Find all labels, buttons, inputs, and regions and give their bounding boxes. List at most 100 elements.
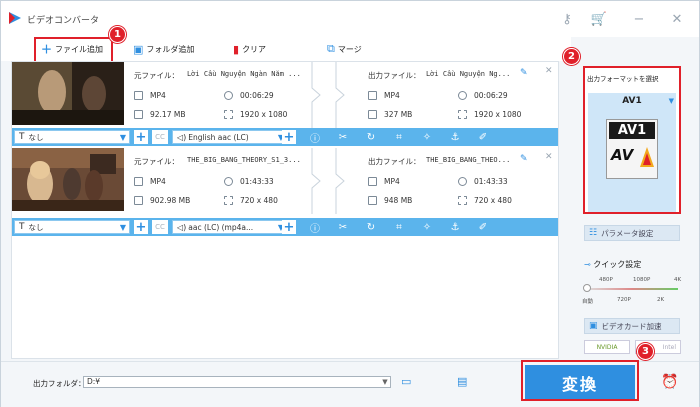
clock-icon (224, 91, 233, 100)
file-item[interactable]: 元ファイル： Lời Cầu Nguyện Ngàn Năm ... MP4 0… (12, 62, 558, 128)
gpu-acceleration-label: ビデオカード加速 (601, 321, 662, 331)
output-duration: 00:06:29 (474, 91, 508, 100)
step-badge-3: 3 (637, 343, 654, 360)
source-duration: 01:43:33 (240, 177, 274, 186)
watermark-icon[interactable]: ⚓ (448, 130, 462, 144)
info-icon[interactable]: ⓘ (308, 130, 322, 145)
add-folder-button[interactable]: ▣ フォルダ追加 (133, 41, 194, 57)
text-icon: T (19, 222, 25, 232)
intel-label: Intel (662, 343, 676, 351)
subtitle-select[interactable]: T なし ▼ (14, 220, 130, 234)
output-list-icon[interactable]: ▤ (457, 375, 467, 388)
file-item[interactable]: 元ファイル： THE_BIG_BANG_THEORY_S1_3... MP4 0… (12, 148, 558, 214)
format-icon (134, 177, 143, 186)
output-duration: 01:43:33 (474, 177, 508, 186)
chevron-down-icon[interactable]: ▼ (379, 376, 391, 388)
title-bar: ビデオコンバータ ⚷ 🛒 − ✕ (1, 1, 699, 37)
minimize-button[interactable]: − (629, 9, 649, 29)
rotate-icon[interactable]: ↻ (364, 130, 378, 144)
clock-icon (458, 91, 467, 100)
add-folder-label: フォルダ追加 (146, 44, 195, 54)
source-resolution: 720 x 480 (240, 196, 278, 205)
scissors-icon[interactable]: ✂ (336, 130, 350, 144)
cc-icon[interactable]: CC (152, 130, 168, 144)
effect-wand-icon[interactable]: ✧ (420, 130, 434, 144)
watermark-icon[interactable]: ⚓ (448, 220, 462, 234)
source-resolution: 1920 x 1080 (240, 110, 288, 119)
nvidia-option[interactable]: NVIDIA (584, 340, 630, 354)
arrow-chevron-icon (311, 148, 321, 214)
merge-button[interactable]: ⧉ マージ (327, 41, 362, 57)
subtitle-select[interactable]: T なし ▼ (14, 130, 130, 144)
crop-icon[interactable]: ⌗ (392, 220, 406, 234)
close-button[interactable]: ✕ (667, 9, 687, 29)
add-subtitle-button[interactable]: + (134, 130, 148, 144)
text-icon: T (19, 132, 25, 142)
nvidia-label: NVIDIA (596, 343, 618, 351)
alarm-clock-icon[interactable]: ⏰ (661, 374, 678, 390)
remove-item-icon[interactable]: ✕ (545, 66, 553, 76)
merge-icon: ⧉ (327, 42, 335, 55)
source-size: 902.98 MB (150, 196, 191, 205)
source-size: 92.17 MB (150, 110, 186, 119)
output-label: 出力ファイル： (368, 71, 421, 80)
crop-icon[interactable]: ⌗ (392, 130, 406, 144)
quality-slider-track[interactable] (586, 288, 678, 290)
format-heading: 出力フォーマットを選択 (587, 75, 659, 83)
subtitle-value: なし (28, 132, 44, 142)
output-filename: Lời Cầu Nguyện Ng... (426, 70, 511, 78)
format-icon (368, 91, 377, 100)
merge-label: マージ (337, 44, 362, 54)
quality-label-auto: 自動 (582, 299, 594, 305)
resolution-icon (458, 196, 467, 205)
remove-item-icon[interactable]: ✕ (545, 152, 553, 162)
step-badge-1: 1 (109, 26, 126, 43)
output-folder-field[interactable]: D:¥ (83, 376, 391, 388)
quality-label-2k: 2K (657, 297, 665, 303)
subtitle-value: なし (28, 222, 44, 232)
add-file-highlight (34, 37, 113, 63)
quality-label-1080p: 1080P (633, 277, 651, 283)
edit-subtitle-icon[interactable]: ✐ (476, 220, 490, 234)
cc-icon[interactable]: CC (152, 220, 168, 234)
audio-track-value: English aac (LC) (188, 132, 249, 142)
chevron-down-icon: ▼ (119, 223, 126, 232)
right-panel: 出力フォーマットを選択 AV1 ▼ AV1 AV 2 ☷ パラメータ設定 ⊸ ク… (563, 48, 687, 359)
add-audio-button[interactable]: + (282, 130, 296, 144)
edit-name-icon[interactable]: ✎ (520, 68, 528, 78)
step-badge-2: 2 (563, 48, 580, 65)
filesize-icon (134, 196, 143, 205)
quality-label-720p: 720P (617, 297, 631, 303)
add-subtitle-button[interactable]: + (134, 220, 148, 234)
arrow-chevron-icon (335, 148, 345, 214)
output-format-selector[interactable]: 出力フォーマットを選択 AV1 ▼ AV1 AV (583, 66, 681, 214)
gpu-acceleration-button[interactable]: ▣ ビデオカード加速 (584, 318, 680, 334)
filesize-icon (134, 110, 143, 119)
clear-button[interactable]: ▮ クリア (233, 41, 266, 57)
info-icon[interactable]: ⓘ (308, 220, 322, 235)
selected-format-name: AV1 (622, 96, 642, 106)
quality-slider-knob[interactable] (583, 284, 591, 292)
arrow-chevron-icon (311, 62, 321, 128)
key-icon[interactable]: ⚷ (557, 9, 577, 29)
scissors-icon[interactable]: ✂ (336, 220, 350, 234)
resolution-icon (224, 110, 233, 119)
parameter-settings-label: パラメータ設定 (601, 228, 654, 238)
edit-subtitle-icon[interactable]: ✐ (476, 130, 490, 144)
audio-track-select[interactable]: ◁) aac (LC) (mp4a... ▼ (172, 220, 288, 234)
output-format: MP4 (384, 177, 400, 186)
app-logo-icon (9, 12, 21, 24)
cart-icon[interactable]: 🛒 (589, 9, 609, 29)
output-folder-label: 出力フォルダ： (33, 379, 86, 388)
format-preview[interactable]: AV1 ▼ AV1 AV (588, 93, 676, 212)
parameter-settings-button[interactable]: ☷ パラメータ設定 (584, 225, 680, 241)
audio-track-select[interactable]: ◁) English aac (LC) ▼ (172, 130, 288, 144)
clock-icon (458, 177, 467, 186)
rotate-icon[interactable]: ↻ (364, 220, 378, 234)
effect-wand-icon[interactable]: ✧ (420, 220, 434, 234)
open-folder-icon[interactable]: ▭ (401, 375, 411, 388)
edit-name-icon[interactable]: ✎ (520, 154, 528, 164)
resolution-icon (458, 110, 467, 119)
clear-label: クリア (242, 44, 267, 54)
add-audio-button[interactable]: + (282, 220, 296, 234)
